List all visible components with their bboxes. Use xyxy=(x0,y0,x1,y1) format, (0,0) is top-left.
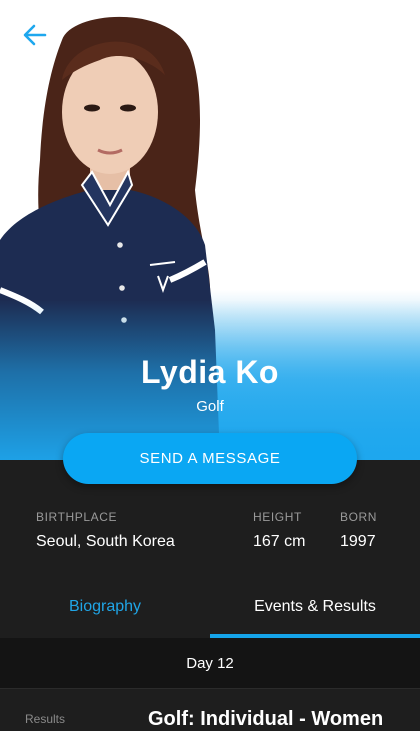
tab-biography[interactable]: Biography xyxy=(0,575,210,638)
arrow-left-icon xyxy=(23,24,47,46)
profile-tabs: Biography Events & Results xyxy=(0,575,420,638)
fact-value: 167 cm xyxy=(253,533,306,550)
send-message-button[interactable]: SEND A MESSAGE xyxy=(63,433,357,484)
back-button[interactable] xyxy=(18,20,52,50)
fact-label: HEIGHT xyxy=(253,510,302,524)
athlete-name: Lydia Ko xyxy=(141,354,279,390)
tab-events-results[interactable]: Events & Results xyxy=(210,575,420,638)
fact-label: BORN xyxy=(340,510,378,524)
athlete-hero: Lydia Ko Golf xyxy=(0,0,420,460)
divider xyxy=(0,688,420,689)
results-label: Results xyxy=(25,712,66,726)
fact-height: HEIGHT 167 cm xyxy=(253,510,305,551)
athlete-sport: Golf xyxy=(196,398,224,415)
fact-value: Seoul, South Korea xyxy=(36,533,175,550)
fact-label: BIRTHPLACE xyxy=(36,510,118,524)
athlete-facts: BIRTHPLACE Seoul, South Korea HEIGHT 167… xyxy=(0,510,420,580)
fact-born: BORN 1997 xyxy=(340,510,377,551)
event-title[interactable]: Golf: Individual - Women xyxy=(148,708,383,731)
day-label: Day 12 xyxy=(186,654,234,672)
fact-value: 1997 xyxy=(340,533,376,550)
day-header: Day 12 xyxy=(0,638,420,688)
fact-birthplace: BIRTHPLACE Seoul, South Korea xyxy=(36,510,175,551)
